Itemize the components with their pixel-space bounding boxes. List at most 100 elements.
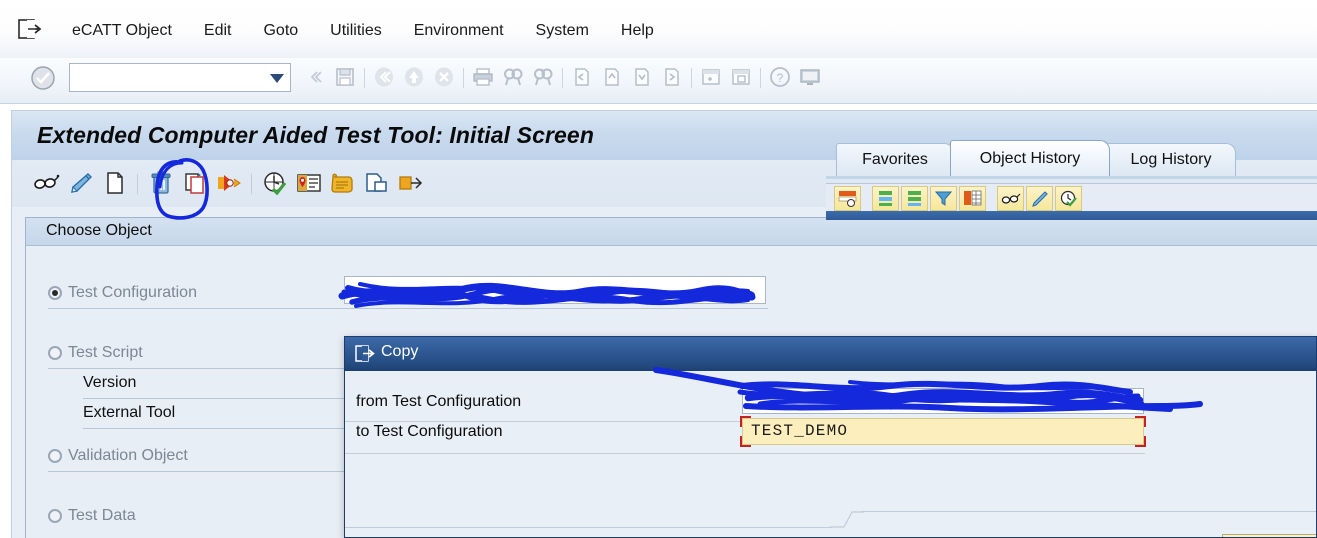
next-page-icon[interactable]	[627, 62, 657, 92]
save-icon[interactable]	[330, 62, 360, 92]
radio-test-script[interactable]: Test Script	[48, 344, 143, 362]
toolbar-separator	[132, 171, 144, 195]
find-icon[interactable]	[498, 62, 528, 92]
tab-object-history[interactable]: Object History	[950, 140, 1110, 176]
tab-log-history[interactable]: Log History	[1106, 143, 1236, 176]
system-toolbar-icons: ?	[300, 62, 825, 92]
menu-bar: eCATT Object Edit Goto Utilities Environ…	[0, 0, 1317, 59]
footer-divider-left	[345, 527, 832, 528]
delete-trash-icon[interactable]	[144, 166, 178, 200]
required-marker	[1135, 436, 1146, 447]
menu-item-edit[interactable]: Edit	[188, 20, 248, 42]
export-arrow-icon[interactable]	[394, 166, 428, 200]
toolbar-separator	[756, 66, 765, 88]
radio-indicator[interactable]	[48, 449, 62, 463]
field-underline	[48, 308, 768, 309]
last-page-icon[interactable]	[657, 62, 687, 92]
print-icon[interactable]	[468, 62, 498, 92]
menu-item-system[interactable]: System	[520, 20, 605, 42]
from-test-configuration-input[interactable]	[742, 388, 1144, 414]
toolbar-separator	[687, 66, 696, 88]
toolbar-separator	[360, 66, 369, 88]
menu-label: Utilities	[330, 22, 382, 39]
change-pencil-icon[interactable]	[1026, 186, 1053, 211]
radio-indicator[interactable]	[48, 346, 62, 360]
menu-label: Environment	[413, 22, 504, 39]
dialog-body: from Test Configuration to Test Configur…	[345, 371, 1316, 537]
copy-icon[interactable]	[178, 166, 212, 200]
required-marker	[1135, 416, 1146, 427]
menu-label: Help	[620, 22, 654, 39]
command-input[interactable]	[74, 65, 268, 92]
history-tabstrip: Favorites Object History Log History	[826, 140, 1317, 180]
grid-header-bar	[826, 211, 1317, 220]
log-scroll-icon[interactable]	[326, 166, 360, 200]
create-session-icon[interactable]	[696, 62, 726, 92]
choose-object-header: Choose Object	[26, 218, 1317, 246]
radio-test-configuration[interactable]: Test Configuration	[48, 284, 197, 302]
dialog-title-bar: Copy	[345, 337, 1316, 371]
exit-icon[interactable]	[399, 62, 429, 92]
tab-favorites[interactable]: Favorites	[836, 143, 954, 176]
sap-gui-window: eCATT Object Edit Goto Utilities Environ…	[0, 0, 1317, 538]
menu-item-help[interactable]: Help	[605, 20, 670, 42]
test-configuration-input[interactable]	[344, 276, 766, 304]
grid-toolbar	[826, 183, 1317, 214]
execute-icon[interactable]	[212, 166, 246, 200]
change-pencil-icon[interactable]	[64, 166, 98, 200]
toolbar-separator	[246, 171, 258, 195]
label-to-test-configuration: to Test Configuration	[356, 423, 503, 440]
help-icon[interactable]: ?	[765, 62, 795, 92]
toolbar-separator	[558, 66, 567, 88]
row-divider	[345, 453, 1145, 454]
copy-to-icon[interactable]	[360, 166, 394, 200]
chevron-down-icon[interactable]	[270, 74, 284, 83]
display-glasses-icon[interactable]	[30, 166, 64, 200]
cancel-icon[interactable]	[429, 62, 459, 92]
copy-dialog: Copy from Test Configuration to Test Con…	[344, 336, 1317, 538]
copy-confirm-button[interactable]: Copy	[1222, 534, 1316, 537]
footer-divider-diagonal	[830, 511, 864, 528]
to-test-configuration-input[interactable]: TEST_DEMO	[740, 416, 1146, 447]
toolbar-separator	[459, 66, 468, 88]
attributes-card-icon[interactable]	[292, 166, 326, 200]
scheduler-clock-icon[interactable]	[1055, 186, 1082, 211]
menu-item-environment[interactable]: Environment	[398, 20, 520, 42]
required-marker	[740, 436, 751, 447]
menu-label: Goto	[263, 22, 299, 39]
sort-descending-icon[interactable]	[901, 186, 928, 211]
create-shortcut-icon[interactable]	[726, 62, 756, 92]
menu-item-list: eCATT Object Edit Goto Utilities Environ…	[56, 20, 670, 42]
scheduler-clock-icon[interactable]	[258, 166, 292, 200]
radio-label: Test Script	[68, 344, 143, 361]
first-page-icon[interactable]	[567, 62, 597, 92]
menu-label: eCATT Object	[72, 22, 172, 39]
radio-indicator[interactable]	[48, 509, 62, 523]
radio-validation-object[interactable]: Validation Object	[48, 447, 188, 465]
tab-label: Log History	[1130, 151, 1212, 168]
collapse-left-icon[interactable]	[300, 62, 330, 92]
previous-page-icon[interactable]	[597, 62, 627, 92]
filter-icon[interactable]	[930, 186, 957, 211]
find-next-icon[interactable]	[528, 62, 558, 92]
detail-icon[interactable]	[834, 186, 861, 211]
sort-ascending-icon[interactable]	[872, 186, 899, 211]
tabstrip-underline	[826, 176, 1317, 179]
layout-icon[interactable]	[959, 186, 986, 211]
page-title: Extended Computer Aided Test Tool: Initi…	[37, 122, 594, 148]
required-marker	[740, 416, 751, 427]
command-field[interactable]	[69, 63, 291, 92]
radio-label: Validation Object	[68, 447, 188, 464]
tab-label: Favorites	[862, 151, 928, 168]
menu-item-utilities[interactable]: Utilities	[314, 20, 398, 42]
display-glasses-icon[interactable]	[997, 186, 1024, 211]
grid-toolbar-icons	[834, 186, 1082, 211]
create-page-icon[interactable]	[98, 166, 132, 200]
back-icon[interactable]	[369, 62, 399, 92]
menu-item-goto[interactable]: Goto	[247, 20, 314, 42]
menu-item-ecatt-object[interactable]: eCATT Object	[56, 20, 188, 42]
radio-indicator[interactable]	[48, 286, 62, 300]
customize-local-layout-icon[interactable]	[795, 62, 825, 92]
enter-check-icon[interactable]	[30, 65, 56, 91]
radio-test-data[interactable]: Test Data	[48, 507, 136, 525]
